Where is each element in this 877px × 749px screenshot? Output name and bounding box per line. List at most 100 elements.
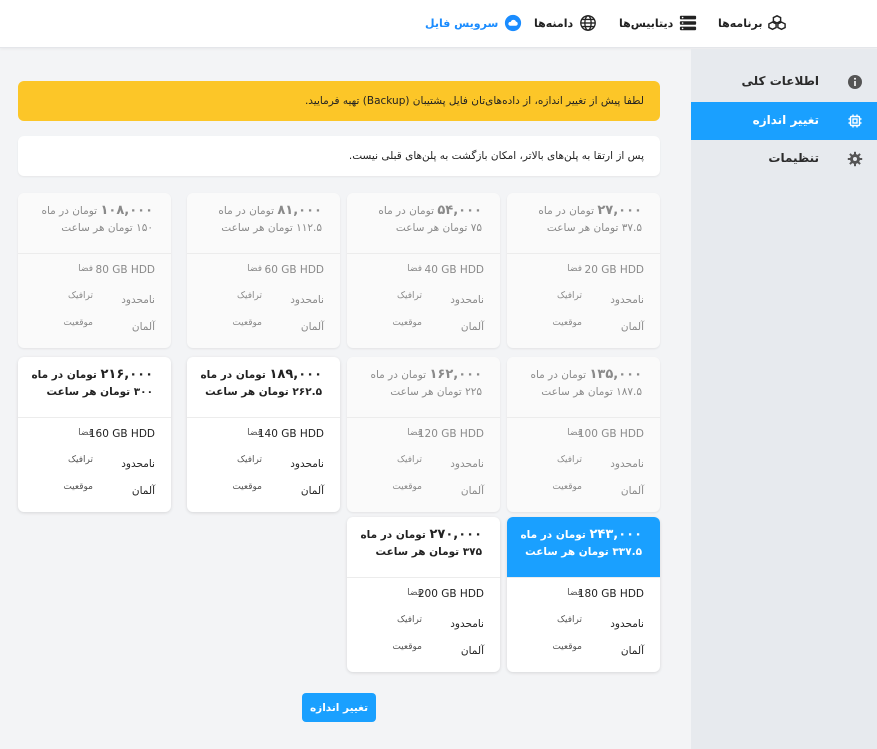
plan-spec-location: موقعیت آلمان (187, 308, 340, 335)
plan-hourly-price: ۳۳۷.۵ تومان هر ساعت (507, 546, 642, 558)
sidebar-item-label: تنظیمات (768, 151, 819, 165)
spec-key: موقعیت (392, 642, 422, 652)
plan-price-value: ۱۸۹,۰۰۰ (269, 367, 322, 382)
plan-spec-storage: فضا 200 GB HDD (347, 578, 500, 605)
plan-header: ۱۰۸,۰۰۰ تومان در ماه ۱۵۰ تومان هر ساعت (18, 193, 171, 254)
spec-value: نامحدود (610, 618, 644, 630)
plan-price-unit: تومان در ماه (530, 369, 587, 381)
spec-key: فضا (247, 264, 262, 274)
plan-hourly-unit: تومان هر ساعت (546, 222, 619, 234)
plan-spec-location: موقعیت آلمان (187, 472, 340, 499)
plan-hourly-value: ۷۵ (470, 222, 482, 234)
top-navbar: برنامه‌ها دیتابیس‌ها دامنه‌ها (0, 0, 877, 48)
sidebar-item-resize[interactable]: تغییر اندازه (691, 102, 877, 140)
plan-card[interactable]: ۱۳۵,۰۰۰ تومان در ماه ۱۸۷.۵ تومان هر ساعت… (507, 357, 660, 512)
plan-spec-location: موقعیت آلمان (347, 472, 500, 499)
nav-file-service-label: سرویس فایل (425, 16, 499, 30)
plan-monthly-price: ۱۳۵,۰۰۰ تومان در ماه (507, 367, 642, 382)
plan-card[interactable]: ۲۱۶,۰۰۰ تومان در ماه ۳۰۰ تومان هر ساعت ف… (18, 357, 171, 512)
backup-warning-alert: لطفا پیش از تغییر اندازه، از داده‌های‌تا… (18, 81, 660, 121)
sidebar-item-overview[interactable]: اطلاعات کلی (691, 63, 877, 101)
plan-spec-traffic: ترافیک نامحدود (187, 281, 340, 308)
spec-value: نامحدود (450, 458, 484, 470)
spec-key: ترافیک (396, 455, 422, 465)
plan-hourly-unit: تومان هر ساعت (541, 386, 613, 398)
spec-key: موقعیت (63, 318, 93, 328)
nav-apps[interactable]: برنامه‌ها (718, 13, 787, 33)
plan-header: ۵۴,۰۰۰ تومان در ماه ۷۵ تومان هر ساعت (347, 193, 500, 254)
plan-price-unit: تومان در ماه (520, 529, 586, 541)
spec-key: ترافیک (67, 455, 93, 465)
plan-price-value: ۲۷,۰۰۰ (597, 203, 642, 218)
sidebar-item-settings[interactable]: تنظیمات (691, 140, 877, 178)
plan-spec-storage: فضا 60 GB HDD (187, 254, 340, 281)
plan-hourly-price: ۲۶۲.۵ تومان هر ساعت (187, 386, 322, 398)
spec-key: موقعیت (552, 482, 582, 492)
cubes-icon (768, 14, 787, 31)
spec-value: 180 GB HDD (577, 588, 644, 600)
spec-key: موقعیت (392, 318, 422, 328)
plan-card[interactable]: ۲۷,۰۰۰ تومان در ماه ۳۷.۵ تومان هر ساعت ف… (507, 193, 660, 348)
plan-card[interactable]: ۱۸۹,۰۰۰ تومان در ماه ۲۶۲.۵ تومان هر ساعت… (187, 357, 340, 512)
plan-spec-storage: فضا 20 GB HDD (507, 254, 660, 281)
plan-hourly-price: ۲۲۵ تومان هر ساعت (347, 386, 482, 398)
plan-hourly-price: ۱۸۷.۵ تومان هر ساعت (507, 386, 642, 398)
spec-value: 120 GB HDD (417, 428, 484, 440)
upgrade-info-alert: پس از ارتقا به پلن‌های بالاتر، امکان باز… (18, 136, 660, 176)
spec-value: 20 GB HDD (584, 264, 644, 276)
spec-value: 60 GB HDD (264, 264, 324, 276)
plan-spec-traffic: ترافیک نامحدود (18, 445, 171, 472)
spec-key: فضا (407, 264, 422, 274)
plan-card[interactable]: ۲۷۰,۰۰۰ تومان در ماه ۳۷۵ تومان هر ساعت ف… (347, 517, 500, 672)
plan-spec-location: موقعیت آلمان (347, 308, 500, 335)
plan-header: ۲۷,۰۰۰ تومان در ماه ۳۷.۵ تومان هر ساعت (507, 193, 660, 254)
plan-header: ۲۱۶,۰۰۰ تومان در ماه ۳۰۰ تومان هر ساعت (18, 357, 171, 418)
spec-key: ترافیک (556, 455, 582, 465)
plan-spec-location: موقعیت آلمان (507, 472, 660, 499)
spec-key: فضا (567, 264, 582, 274)
sidebar-item-label: اطلاعات کلی (741, 74, 819, 88)
nav-databases[interactable]: دیتابیس‌ها (619, 13, 697, 33)
plan-hourly-price: ۳۷.۵ تومان هر ساعت (507, 222, 642, 234)
plan-spec-traffic: ترافیک نامحدود (347, 281, 500, 308)
spec-value: آلمان (460, 321, 484, 333)
plan-price-value: ۲۷۰,۰۰۰ (429, 527, 482, 542)
plan-hourly-unit: تومان هر ساعت (395, 222, 468, 234)
plan-card[interactable]: ۸۱,۰۰۰ تومان در ماه ۱۱۲.۵ تومان هر ساعت … (187, 193, 340, 348)
spec-value: 80 GB HDD (95, 264, 155, 276)
plan-monthly-price: ۵۴,۰۰۰ تومان در ماه (347, 203, 482, 218)
nav-file-service[interactable]: سرویس فایل (425, 13, 522, 33)
plan-card[interactable]: ۱۶۲,۰۰۰ تومان در ماه ۲۲۵ تومان هر ساعت ف… (347, 357, 500, 512)
plan-card[interactable]: ۱۰۸,۰۰۰ تومان در ماه ۱۵۰ تومان هر ساعت ف… (18, 193, 171, 348)
plan-price-value: ۱۳۵,۰۰۰ (589, 367, 642, 382)
globe-icon (580, 15, 597, 31)
plan-hourly-value: ۱۱۲.۵ (296, 222, 322, 234)
spec-value: نامحدود (290, 458, 324, 470)
plan-price-unit: تومان در ماه (360, 529, 426, 541)
plan-hourly-price: ۷۵ تومان هر ساعت (347, 222, 482, 234)
spec-value: آلمان (300, 321, 324, 333)
plan-hourly-value: ۳۰۰ (133, 386, 153, 398)
plan-hourly-unit: تومان هر ساعت (205, 386, 289, 398)
plan-card[interactable]: ۵۴,۰۰۰ تومان در ماه ۷۵ تومان هر ساعت فضا… (347, 193, 500, 348)
plan-card[interactable]: ۲۴۳,۰۰۰ تومان در ماه ۳۳۷.۵ تومان هر ساعت… (507, 517, 660, 672)
plan-spec-location: موقعیت آلمان (347, 632, 500, 659)
plan-hourly-unit: تومان هر ساعت (375, 546, 460, 558)
spec-key: موقعیت (552, 642, 582, 652)
nav-domains[interactable]: دامنه‌ها (534, 13, 597, 33)
plan-spec-traffic: ترافیک نامحدود (347, 605, 500, 632)
plan-price-value: ۸۱,۰۰۰ (277, 203, 322, 218)
spec-key: ترافیک (67, 291, 93, 301)
spec-value: نامحدود (610, 294, 644, 306)
plan-price-unit: تومان در ماه (200, 369, 266, 381)
plan-spec-storage: فضا 100 GB HDD (507, 418, 660, 445)
spec-value: آلمان (460, 645, 484, 657)
plan-monthly-price: ۲۷,۰۰۰ تومان در ماه (507, 203, 642, 218)
spec-key: فضا (78, 264, 93, 274)
plan-price-unit: تومان در ماه (31, 369, 97, 381)
resize-submit-button[interactable]: تغییر اندازه (302, 693, 376, 722)
plan-hourly-price: ۳۷۵ تومان هر ساعت (347, 546, 482, 558)
plan-spec-storage: فضا 160 GB HDD (18, 418, 171, 445)
info-icon (848, 75, 862, 89)
spec-value: 100 GB HDD (577, 428, 644, 440)
